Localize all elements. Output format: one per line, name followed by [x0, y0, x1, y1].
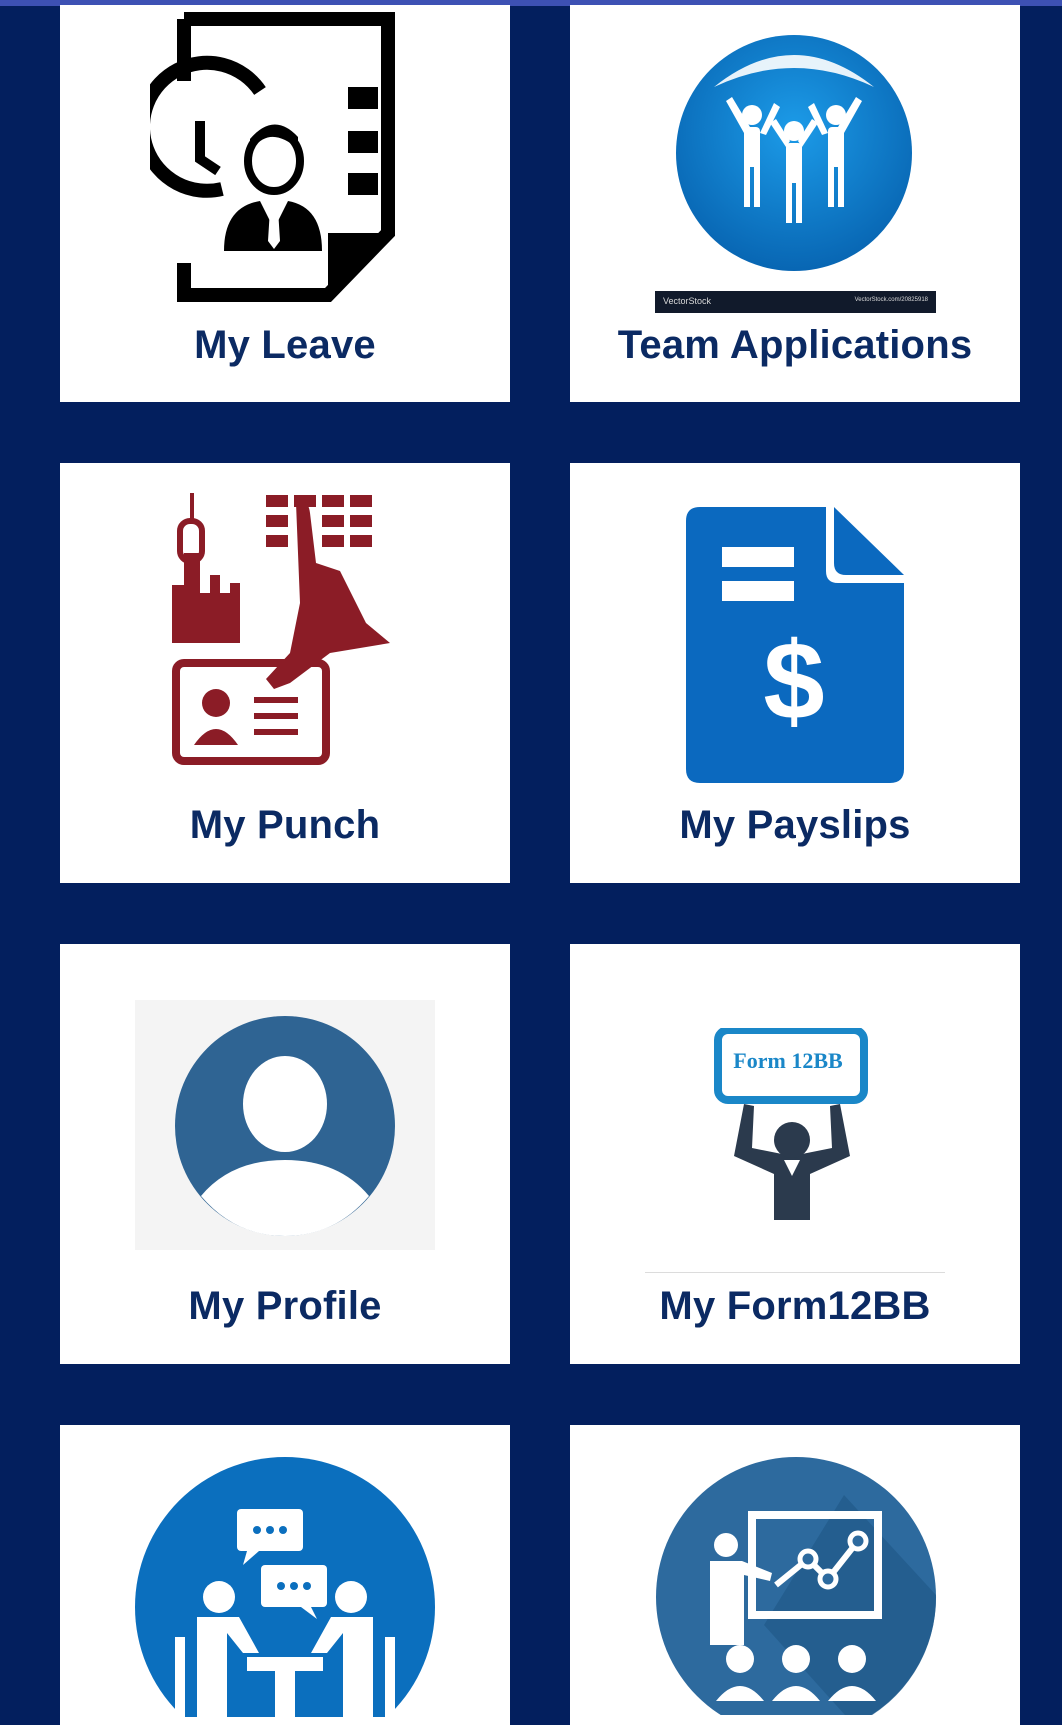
divider: [645, 1272, 945, 1273]
punch-biometric-icon: [172, 493, 390, 765]
watermark-url: VectorStock.com/20825918: [854, 297, 928, 303]
svg-text:$: $: [763, 620, 824, 743]
tile-my-payslips[interactable]: $ My Payslips: [570, 463, 1020, 883]
tile-my-form12bb[interactable]: Form 12BB My Form12BB: [570, 944, 1020, 1364]
tile-team-applications[interactable]: VectorStock VectorStock.com/20825918 Tea…: [570, 5, 1020, 402]
form-sign-text: Form 12BB: [733, 1048, 843, 1073]
profile-avatar-icon: [135, 1000, 435, 1250]
tile-presentation[interactable]: [570, 1425, 1020, 1725]
tile-my-punch[interactable]: My Punch: [60, 463, 510, 883]
tile-meeting[interactable]: [60, 1425, 510, 1725]
tile-label: My Punch: [189, 803, 381, 847]
presentation-chart-icon: [656, 1457, 937, 1715]
tile-label: My Payslips: [679, 803, 911, 847]
payslip-dollar-icon: $: [686, 507, 904, 783]
tile-label: My Form12BB: [659, 1284, 931, 1328]
tile-my-leave[interactable]: My Leave: [60, 5, 510, 402]
watermark-text: VectorStock: [663, 296, 712, 306]
watermark-bar: VectorStock VectorStock.com/20825918: [655, 291, 936, 313]
tile-label: My Leave: [194, 323, 376, 367]
tile-label: Team Applications: [617, 323, 973, 367]
leave-document-icon: [150, 12, 395, 302]
meeting-people-icon: [135, 1457, 435, 1717]
tile-label: My Profile: [188, 1284, 382, 1328]
team-cheer-icon: [676, 35, 912, 271]
tile-my-profile[interactable]: My Profile: [60, 944, 510, 1364]
